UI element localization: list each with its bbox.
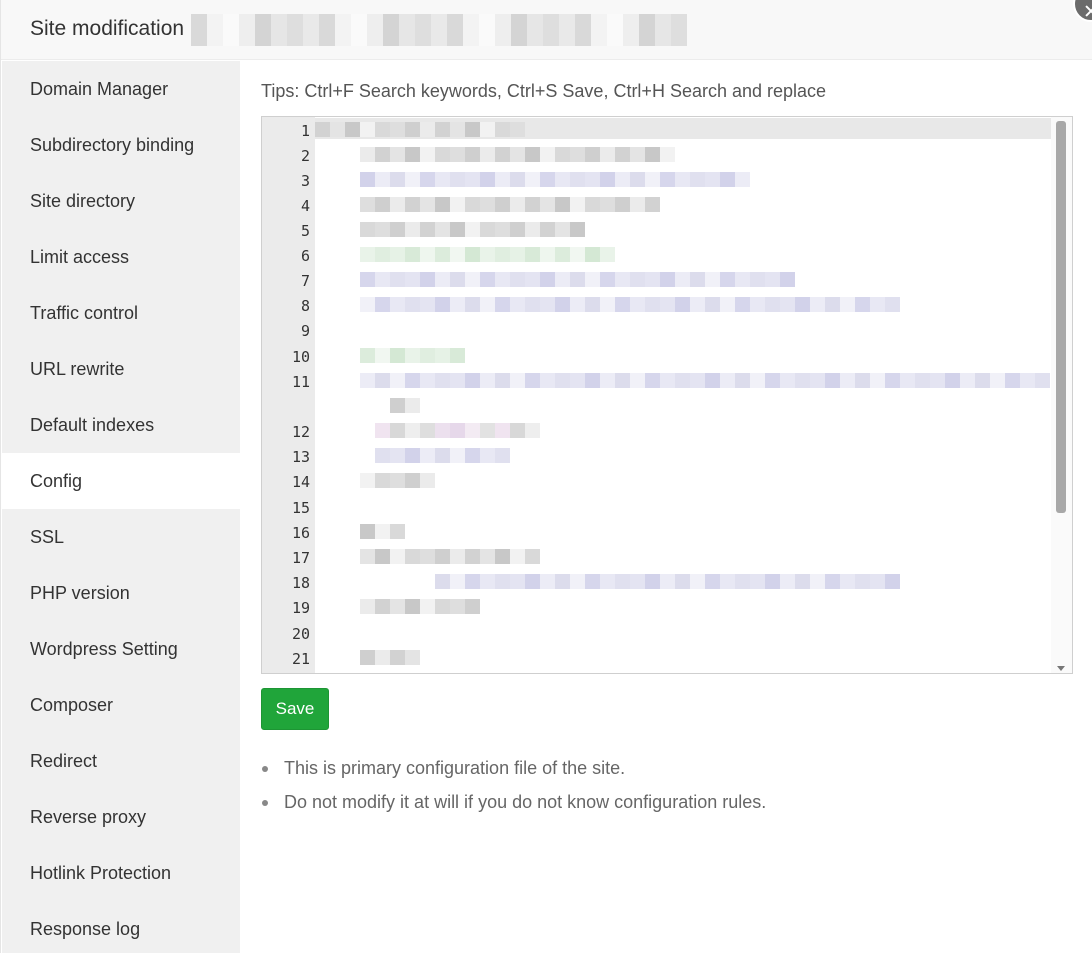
line-number: 9 xyxy=(300,322,310,340)
line-number: 18 xyxy=(291,574,310,592)
redacted-code-line xyxy=(360,147,675,162)
line-number: 1 xyxy=(300,122,310,140)
line-number: 7 xyxy=(300,272,310,290)
sidebar-item-composer[interactable]: Composer xyxy=(2,677,240,733)
redacted-code-line xyxy=(360,348,465,363)
line-number: 16 xyxy=(291,524,310,542)
sidebar-item-site-directory[interactable]: Site directory xyxy=(2,173,240,229)
sidebar-item-label: Site directory xyxy=(30,190,136,211)
scrollbar-thumb[interactable] xyxy=(1056,121,1066,513)
sidebar-item-label: Reverse proxy xyxy=(30,806,147,827)
line-number-gutter: 1 2 3 4 5 6 7 8 9 10 11 12 13 14 15 16 17 18 19 20 21 xyxy=(262,117,315,673)
config-notes: This is primary configuration file of th… xyxy=(261,754,766,822)
scroll-down-icon[interactable] xyxy=(1057,666,1065,671)
sidebar-item-hotlink-protection[interactable]: Hotlink Protection xyxy=(2,845,240,901)
redacted-code-line xyxy=(360,197,660,212)
redacted-code-line xyxy=(360,549,540,564)
line-number: 19 xyxy=(291,599,310,617)
line-number: 2 xyxy=(300,147,310,165)
redacted-code-line xyxy=(360,247,615,262)
settings-sidebar: Domain Manager Subdirectory binding Site d… xyxy=(2,61,240,953)
sidebar-item-label: Subdirectory binding xyxy=(30,134,195,155)
line-number: 8 xyxy=(300,297,310,315)
sidebar-item-label: Traffic control xyxy=(30,302,139,323)
sidebar-item-label: Composer xyxy=(30,694,114,715)
line-number: 21 xyxy=(291,650,310,668)
sidebar-item-label: PHP version xyxy=(30,582,130,603)
sidebar-item-php-version[interactable]: PHP version xyxy=(2,565,240,621)
line-number: 3 xyxy=(300,172,310,190)
line-number: 20 xyxy=(291,625,310,643)
save-button[interactable]: Save xyxy=(261,688,329,730)
redacted-code-line xyxy=(390,398,420,413)
line-number: 11 xyxy=(291,373,310,391)
redacted-code-line xyxy=(360,222,585,237)
redacted-code-line xyxy=(315,122,525,137)
redacted-code-line xyxy=(360,599,480,614)
sidebar-item-reverse-proxy[interactable]: Reverse proxy xyxy=(2,789,240,845)
redacted-code-line xyxy=(360,473,435,488)
sidebar-item-wordpress-setting[interactable]: Wordpress Setting xyxy=(2,621,240,677)
line-number: 15 xyxy=(291,499,310,517)
sidebar-item-domain-manager[interactable]: Domain Manager xyxy=(2,61,240,117)
redacted-code-line xyxy=(360,524,405,539)
config-note: Do not modify it at will if you do not k… xyxy=(261,788,766,822)
sidebar-item-label: SSL xyxy=(30,526,65,547)
redacted-code-line xyxy=(360,297,900,312)
line-number: 4 xyxy=(300,197,310,215)
sidebar-item-label: Config xyxy=(30,470,83,491)
site-modification-dialog: Site modification Domain Manager Subdirec… xyxy=(0,0,1092,953)
sidebar-item-default-indexes[interactable]: Default indexes xyxy=(2,397,240,453)
line-number: 6 xyxy=(300,247,310,265)
sidebar-item-label: Limit access xyxy=(30,246,130,267)
line-number: 5 xyxy=(300,222,310,240)
sidebar-item-label: Domain Manager xyxy=(30,78,169,99)
redacted-code-line xyxy=(360,172,750,187)
dialog-title: Site modification xyxy=(30,17,185,40)
config-code-editor[interactable]: 1 2 3 4 5 6 7 8 9 10 11 12 13 14 15 16 17 18 19 20 21 xyxy=(261,116,1073,674)
sidebar-item-label: Default indexes xyxy=(30,414,155,435)
redacted-code-line xyxy=(360,272,795,287)
sidebar-item-label: URL rewrite xyxy=(30,358,125,379)
redacted-code-line xyxy=(375,423,540,438)
shortcut-tips: Tips: Ctrl+F Search keywords, Ctrl+S Sav… xyxy=(261,81,827,101)
sidebar-item-response-log[interactable]: Response log xyxy=(2,901,240,953)
line-number: 14 xyxy=(291,473,310,491)
redacted-code-line xyxy=(375,448,510,463)
redacted-site-name xyxy=(191,14,687,46)
line-number: 12 xyxy=(291,423,310,441)
config-note: This is primary configuration file of th… xyxy=(261,754,766,788)
redacted-code-line xyxy=(435,574,900,589)
line-number: 10 xyxy=(291,348,310,366)
config-panel: Tips: Ctrl+F Search keywords, Ctrl+S Sav… xyxy=(240,61,1092,953)
sidebar-item-traffic-control[interactable]: Traffic control xyxy=(2,285,240,341)
dialog-title-bar: Site modification xyxy=(1,0,1092,60)
line-number: 17 xyxy=(291,549,310,567)
line-number: 13 xyxy=(291,448,310,466)
sidebar-item-limit-access[interactable]: Limit access xyxy=(2,229,240,285)
editor-scrollbar[interactable] xyxy=(1051,117,1072,673)
sidebar-item-label: Redirect xyxy=(30,750,98,771)
sidebar-item-label: Wordpress Setting xyxy=(30,638,178,659)
sidebar-item-ssl[interactable]: SSL xyxy=(2,509,240,565)
sidebar-item-label: Hotlink Protection xyxy=(30,862,172,883)
sidebar-item-url-rewrite[interactable]: URL rewrite xyxy=(2,341,240,397)
redacted-code-line xyxy=(360,650,420,665)
sidebar-item-label: Response log xyxy=(30,918,141,939)
sidebar-item-config[interactable]: Config xyxy=(2,453,240,509)
sidebar-item-redirect[interactable]: Redirect xyxy=(2,733,240,789)
sidebar-item-subdirectory-binding[interactable]: Subdirectory binding xyxy=(2,117,240,173)
redacted-code-line xyxy=(360,373,1050,388)
